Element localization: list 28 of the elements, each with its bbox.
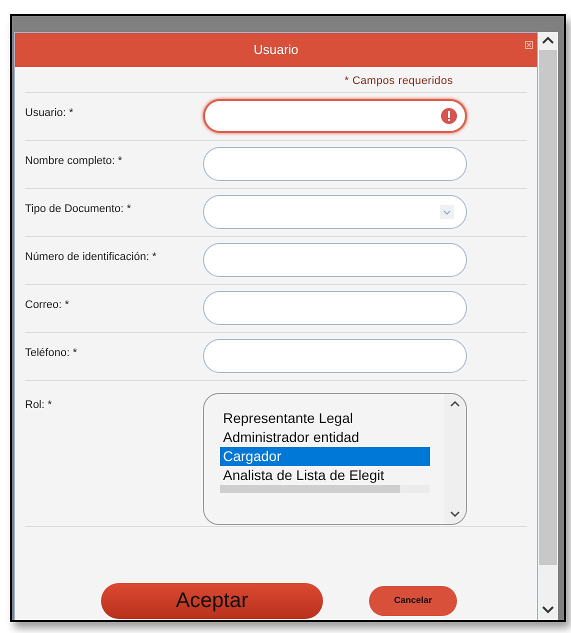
input-field[interactable] <box>203 99 467 133</box>
error-icon <box>441 108 457 124</box>
dialog-title: Usuario <box>254 41 298 60</box>
input-field[interactable] <box>203 147 467 181</box>
input-field[interactable] <box>203 243 467 277</box>
field-label: Tipo de Documento: * <box>25 202 132 216</box>
list-option[interactable]: Analista de Lista de Elegit <box>220 466 430 484</box>
horizontal-scrollbar[interactable] <box>220 484 430 492</box>
required-note: * Campos requeridos <box>344 74 453 89</box>
field-label: Número de identificación: * <box>25 250 158 264</box>
input-field[interactable] <box>203 291 467 325</box>
close-icon[interactable] <box>525 41 533 49</box>
field-label: Usuario: * <box>25 106 74 120</box>
scrollbar[interactable] <box>538 32 558 620</box>
field-label: Nombre completo: * <box>25 154 124 168</box>
field-label: Teléfono: * <box>25 346 78 360</box>
scroll-thumb[interactable] <box>539 50 557 565</box>
select-field[interactable] <box>203 195 467 229</box>
role-listbox[interactable]: Representante Legal Administrador entidad Cargador Analista de Lista de Elegit <box>203 392 467 524</box>
field-label: Correo: * <box>25 298 70 312</box>
listbox-scrollbar[interactable] <box>444 394 466 524</box>
cancel-button[interactable]: Cancelar <box>369 586 457 616</box>
list-option[interactable]: Administrador entidad <box>220 428 430 446</box>
field-label: Rol: * <box>25 398 53 412</box>
input-field[interactable] <box>203 339 467 373</box>
list-option[interactable]: Cargador <box>220 446 430 466</box>
list-option[interactable]: Representante Legal <box>220 408 430 428</box>
accept-button[interactable]: Aceptar <box>101 583 323 619</box>
